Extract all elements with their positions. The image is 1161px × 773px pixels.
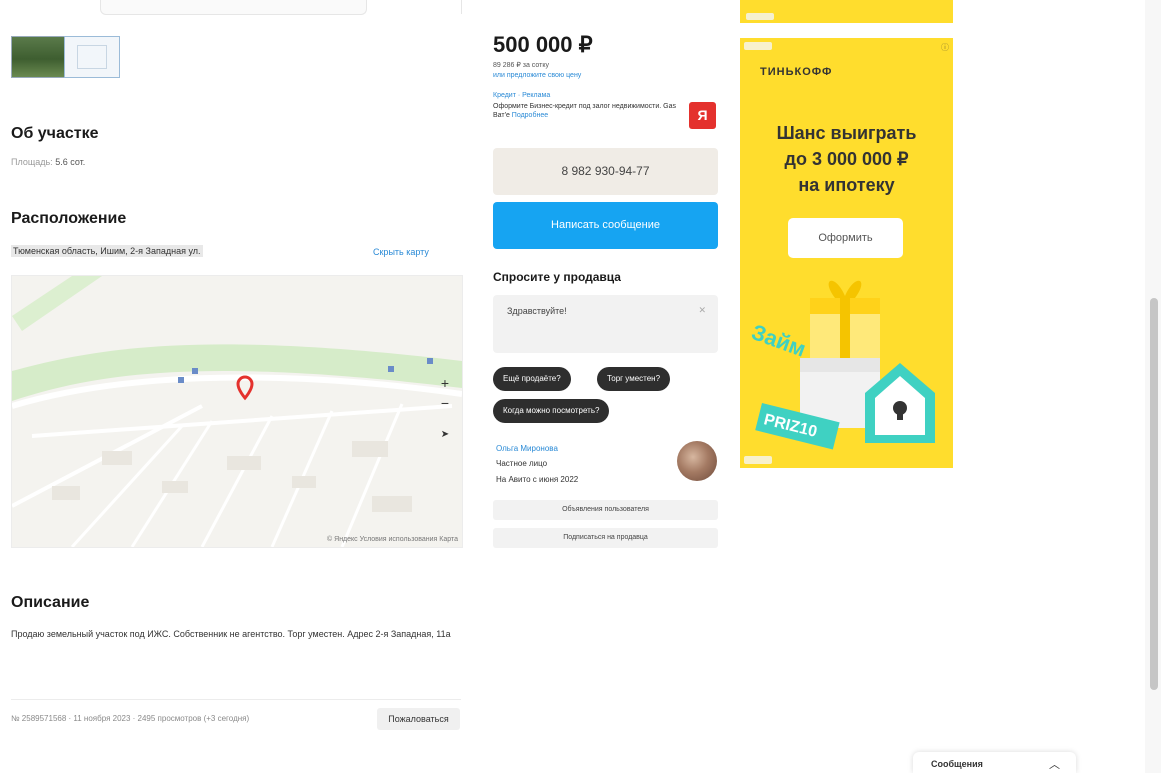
ad-cta-button[interactable]: Оформить	[788, 218, 903, 258]
footer-divider	[11, 699, 461, 700]
ad-banner[interactable]: ⓘ ТИНЬКОФФ Шанс выиграть до 3 000 000 ₽ …	[740, 38, 953, 468]
ask-seller-input[interactable]: Здравствуйте! ✕	[493, 295, 718, 353]
seller-listings-button[interactable]: Объявления пользователя	[493, 500, 718, 520]
ad-mascot-text: Займ	[748, 319, 809, 362]
price: 500 000 ₽	[493, 32, 593, 57]
area-value: 5.6 сот.	[55, 157, 86, 167]
zoom-in-button[interactable]: +	[436, 374, 454, 392]
gallery-top-edge	[455, 0, 462, 14]
seller-since: На Авито с июня 2022	[496, 475, 579, 484]
ad-label	[744, 42, 772, 50]
scrollbar-thumb[interactable]	[1150, 298, 1158, 690]
ad-headline-line: на ипотеку	[798, 175, 895, 195]
geolocation-icon[interactable]: ➤	[436, 426, 454, 444]
price-per-unit: 89 286 ₽ за сотку	[493, 62, 549, 69]
ad-headline: Шанс выиграть до 3 000 000 ₽ на ипотеку	[740, 120, 953, 198]
ask-seller-title: Спросите у продавца	[493, 270, 621, 284]
bank-logo-icon[interactable]: Я	[689, 102, 716, 129]
map-attribution: © Яндекс Условия использования Карта	[327, 536, 458, 543]
loan-ad-label: Кредит · Реклама	[493, 92, 551, 99]
price-offer-link[interactable]: или предложите свою цену	[493, 72, 581, 79]
ad-gift-illustration: Займ PRIZ10	[748, 280, 935, 450]
address-text: Тюменская область, Ишим, 2-я Западная ул…	[11, 245, 203, 257]
clear-icon[interactable]: ✕	[698, 305, 706, 316]
location-title: Расположение	[11, 210, 127, 227]
photo-thumbnail-1[interactable]	[11, 36, 65, 78]
listing-meta: № 2589571568 · 11 ноября 2023 · 2495 про…	[11, 714, 250, 723]
quick-question-chip[interactable]: Торг уместен?	[597, 367, 671, 391]
chevron-up-icon[interactable]: ︿	[1049, 756, 1060, 772]
description-text: Продаю земельный участок под ИЖС. Собств…	[11, 629, 451, 639]
ask-input-text: Здравствуйте!	[507, 306, 567, 316]
area-row: Площадь: 5.6 сот.	[11, 157, 85, 167]
seller-avatar[interactable]	[677, 441, 717, 481]
quick-question-chip[interactable]: Когда можно посмотреть?	[493, 399, 610, 423]
ad-info-icon[interactable]: ⓘ	[941, 42, 949, 53]
photo-thumbnail-2[interactable]	[64, 36, 120, 78]
toggle-map-link[interactable]: Скрыть карту	[373, 247, 429, 257]
map-graphic	[12, 276, 462, 547]
ad-brand: ТИНЬКОФФ	[760, 66, 833, 78]
zoom-out-button[interactable]: −	[436, 394, 454, 412]
about-title: Об участке	[11, 125, 99, 142]
map[interactable]: + − ➤ © Яндекс Условия использования Кар…	[11, 275, 463, 548]
loan-ad-link[interactable]: Подробнее	[512, 112, 548, 119]
ad-headline-line: Шанс выиграть	[776, 123, 917, 143]
seller-type: Частное лицо	[496, 459, 548, 468]
show-phone-button[interactable]: 8 982 930-94-77	[493, 148, 718, 195]
description-title: Описание	[11, 594, 90, 611]
ad-headline-line: до 3 000 000 ₽	[784, 149, 909, 169]
gallery-top-frame	[100, 0, 367, 15]
seller-name-link[interactable]: Ольга Миронова	[496, 444, 558, 453]
loan-ad-text[interactable]: Оформите Бизнес-кредит под залог недвижи…	[493, 102, 678, 120]
subscribe-seller-button[interactable]: Подписаться на продавца	[493, 528, 718, 548]
complain-button[interactable]: Пожаловаться	[377, 708, 460, 730]
area-label: Площадь:	[11, 157, 53, 167]
write-message-button[interactable]: Написать сообщение	[493, 202, 718, 249]
messages-title: Сообщения	[931, 759, 983, 769]
ad-banner-top[interactable]	[740, 0, 953, 23]
ad-label-bottom	[744, 456, 772, 464]
messages-bar[interactable]: Сообщения ︿	[913, 752, 1076, 773]
quick-question-chip[interactable]: Ещё продаёте?	[493, 367, 571, 391]
